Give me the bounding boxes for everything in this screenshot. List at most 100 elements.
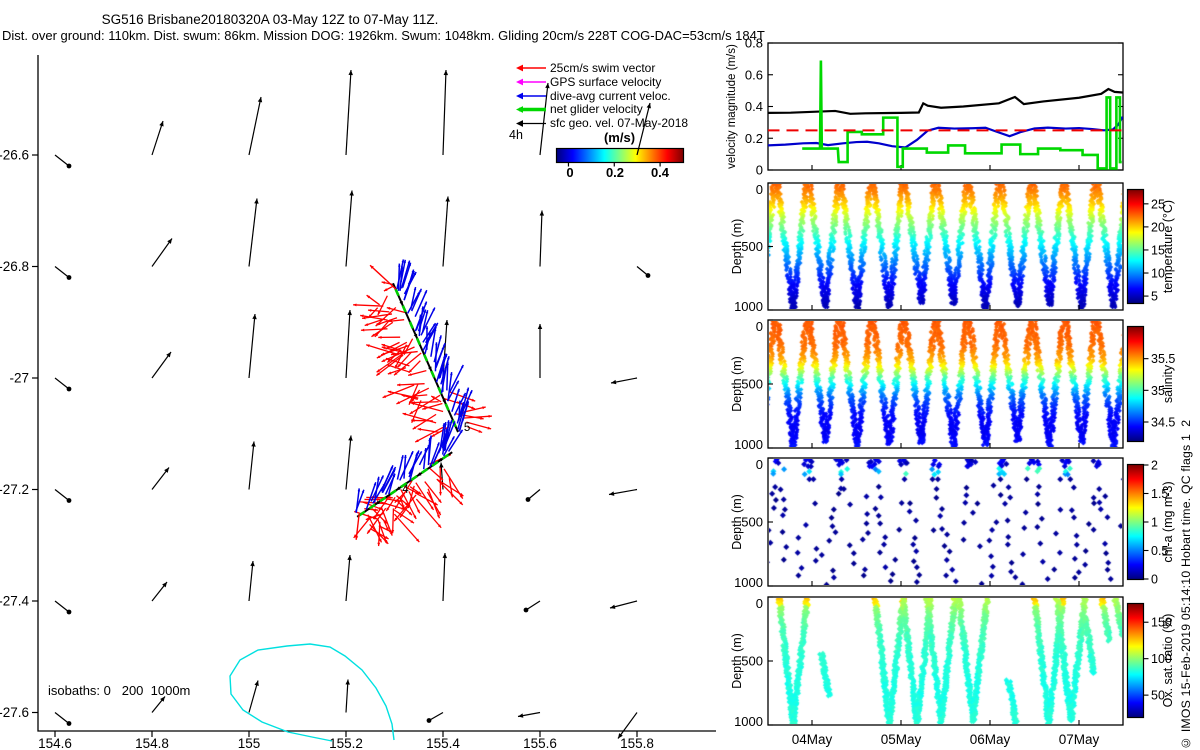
temperature-depth-tick-label: 1000: [734, 299, 763, 314]
geo-velocity-arrow-head: [646, 273, 651, 278]
velocity-y-tick-label: 0.6: [745, 67, 763, 82]
map-x-tick-label: 155.4: [426, 736, 460, 750]
legend-arrow-head: [516, 79, 523, 86]
geo-velocity-arrow: [249, 442, 254, 490]
geo-velocity-arrow-head: [445, 197, 449, 202]
swim-vector-arrow: [356, 514, 359, 540]
geo-velocity-arrow: [540, 83, 548, 155]
swim-vector-arrow: [393, 508, 394, 533]
net-velocity-dash: [403, 306, 406, 312]
chl-colorbar-tick-label: 1: [1151, 516, 1158, 530]
map-x-tick-label: 154.8: [135, 736, 169, 750]
salinity-depth-tick-label: 1000: [734, 437, 763, 452]
net-velocity-dash: [417, 338, 420, 344]
geo-velocity-arrow: [526, 601, 540, 610]
chl-depth-tick-label: 500: [741, 515, 763, 530]
chl-frame: [768, 458, 1123, 586]
velocity-y-tick-label: 0.4: [745, 99, 763, 114]
salinity-depth-tick-label: 0: [756, 319, 763, 334]
geo-velocity-arrow-head: [526, 497, 531, 502]
legend-arrow-head: [516, 93, 523, 100]
geo-velocity-arrow-head: [427, 718, 432, 723]
swim-vector-arrow-head: [439, 492, 442, 495]
map-x-tick-label: 155.6: [523, 736, 557, 750]
legend-arrow-head: [516, 106, 523, 113]
geo-velocity-arrow: [443, 197, 448, 267]
oxygen-depth-tick-label: 500: [741, 654, 763, 669]
geo-velocity-arrow-head: [258, 97, 262, 102]
geo-velocity-arrow-head: [443, 553, 447, 558]
temperature-colorbar-frame: [1128, 190, 1144, 304]
seaglider-figure: SG516 Brisbane20180320A 03-May 12Z to 07…: [0, 0, 1200, 750]
legend-arrow-head: [516, 120, 523, 127]
map-x-tick-label: 155.8: [620, 736, 654, 750]
dive-avg-current-arrow-head: [443, 343, 445, 346]
geo-velocity-arrow: [55, 601, 69, 612]
geo-velocity-arrow-head: [538, 324, 542, 329]
geo-velocity-arrow-head: [349, 191, 353, 196]
map-y-tick-label: -27.6: [0, 705, 29, 720]
velocity-y-tick-label: 0.2: [745, 131, 763, 146]
geo-velocity-arrow-head: [348, 70, 352, 75]
net-velocity-dash: [431, 371, 434, 377]
dive-avg-current-arrow-head: [362, 490, 364, 493]
geo-velocity-arrow: [249, 199, 257, 267]
swim-vector-arrow-head: [361, 329, 364, 332]
geo-velocity-arrow: [249, 561, 253, 601]
swim-vector-arrow: [412, 402, 439, 403]
salinity-frame: [768, 320, 1123, 448]
chl-colorbar-frame: [1128, 465, 1144, 580]
temperature-colorbar-title: temperature (°C): [1161, 200, 1175, 293]
geo-velocity-arrow-head: [67, 164, 72, 169]
velocity-ylabel: velocity magnitude (m/s): [726, 44, 738, 169]
net-velocity-dash: [446, 404, 449, 410]
geo-velocity-arrow: [443, 70, 446, 155]
geo-velocity-arrow: [637, 103, 650, 155]
geo-velocity-arrow: [55, 490, 69, 501]
geo-velocity-arrow-head: [611, 380, 616, 384]
swim-vector-arrow-head: [382, 344, 386, 347]
date-tick-label: 05May: [881, 732, 922, 747]
chl-depth-tick-label: 1000: [734, 575, 763, 590]
geo-velocity-arrow: [346, 70, 351, 155]
dive-avg-current-arrow-head: [437, 442, 439, 445]
date-tick-label: 07May: [1059, 732, 1100, 747]
date-tick-label: 06May: [970, 732, 1011, 747]
geo-velocity-arrow: [55, 713, 69, 724]
swim-vector-arrow-head: [381, 352, 385, 355]
geo-velocity-arrow-head: [540, 211, 544, 216]
geo-velocity-arrow-head: [347, 310, 351, 315]
geo-velocity-arrow-head: [439, 463, 443, 468]
geo-velocity-arrow: [55, 155, 69, 166]
oxygen-colorbar-frame: [1128, 604, 1144, 718]
net-velocity-dash: [411, 476, 417, 480]
geo-velocity-arrow-head: [609, 491, 614, 495]
geo-velocity-arrow: [346, 436, 351, 490]
geo-velocity-arrow: [152, 239, 172, 267]
legend-arrow-head: [516, 65, 523, 72]
geo-velocity-arrow-head: [444, 70, 448, 75]
isobaths-label: isobaths: 0 200 1000m: [48, 683, 190, 698]
geo-velocity-arrow: [540, 211, 542, 267]
salinity-colorbar-title: salinity: [1161, 364, 1175, 403]
net-velocity-dash: [410, 322, 413, 328]
swim-vector-arrow-head: [397, 383, 400, 386]
salinity-ylabel: Depth (m): [730, 356, 744, 412]
geo-velocity-arrow: [443, 553, 445, 601]
geo-velocity-arrow-head: [524, 608, 529, 613]
geo-velocity-arrow: [152, 121, 163, 155]
velocity-y-tick-label: 0: [756, 163, 763, 178]
swim-vector-arrow-head: [365, 323, 369, 326]
salinity-colorbar-tick-label: 35.5: [1151, 352, 1175, 366]
dive-avg-current-arrow: [356, 490, 364, 512]
temperature-ylabel: Depth (m): [730, 219, 744, 275]
swim-vector-arrow-head: [368, 309, 371, 312]
date-tick-label: 04May: [792, 732, 833, 747]
salinity-depth-tick-label: 500: [741, 377, 763, 392]
dive-number-label: 5: [464, 422, 470, 434]
map-y-tick-label: -27.4: [0, 594, 29, 609]
geo-velocity-arrow-head: [67, 498, 72, 503]
dive-avg-current-arrow-head: [398, 264, 401, 267]
swim-vector-arrow: [370, 265, 396, 289]
temperature-depth-tick-label: 0: [756, 182, 763, 197]
